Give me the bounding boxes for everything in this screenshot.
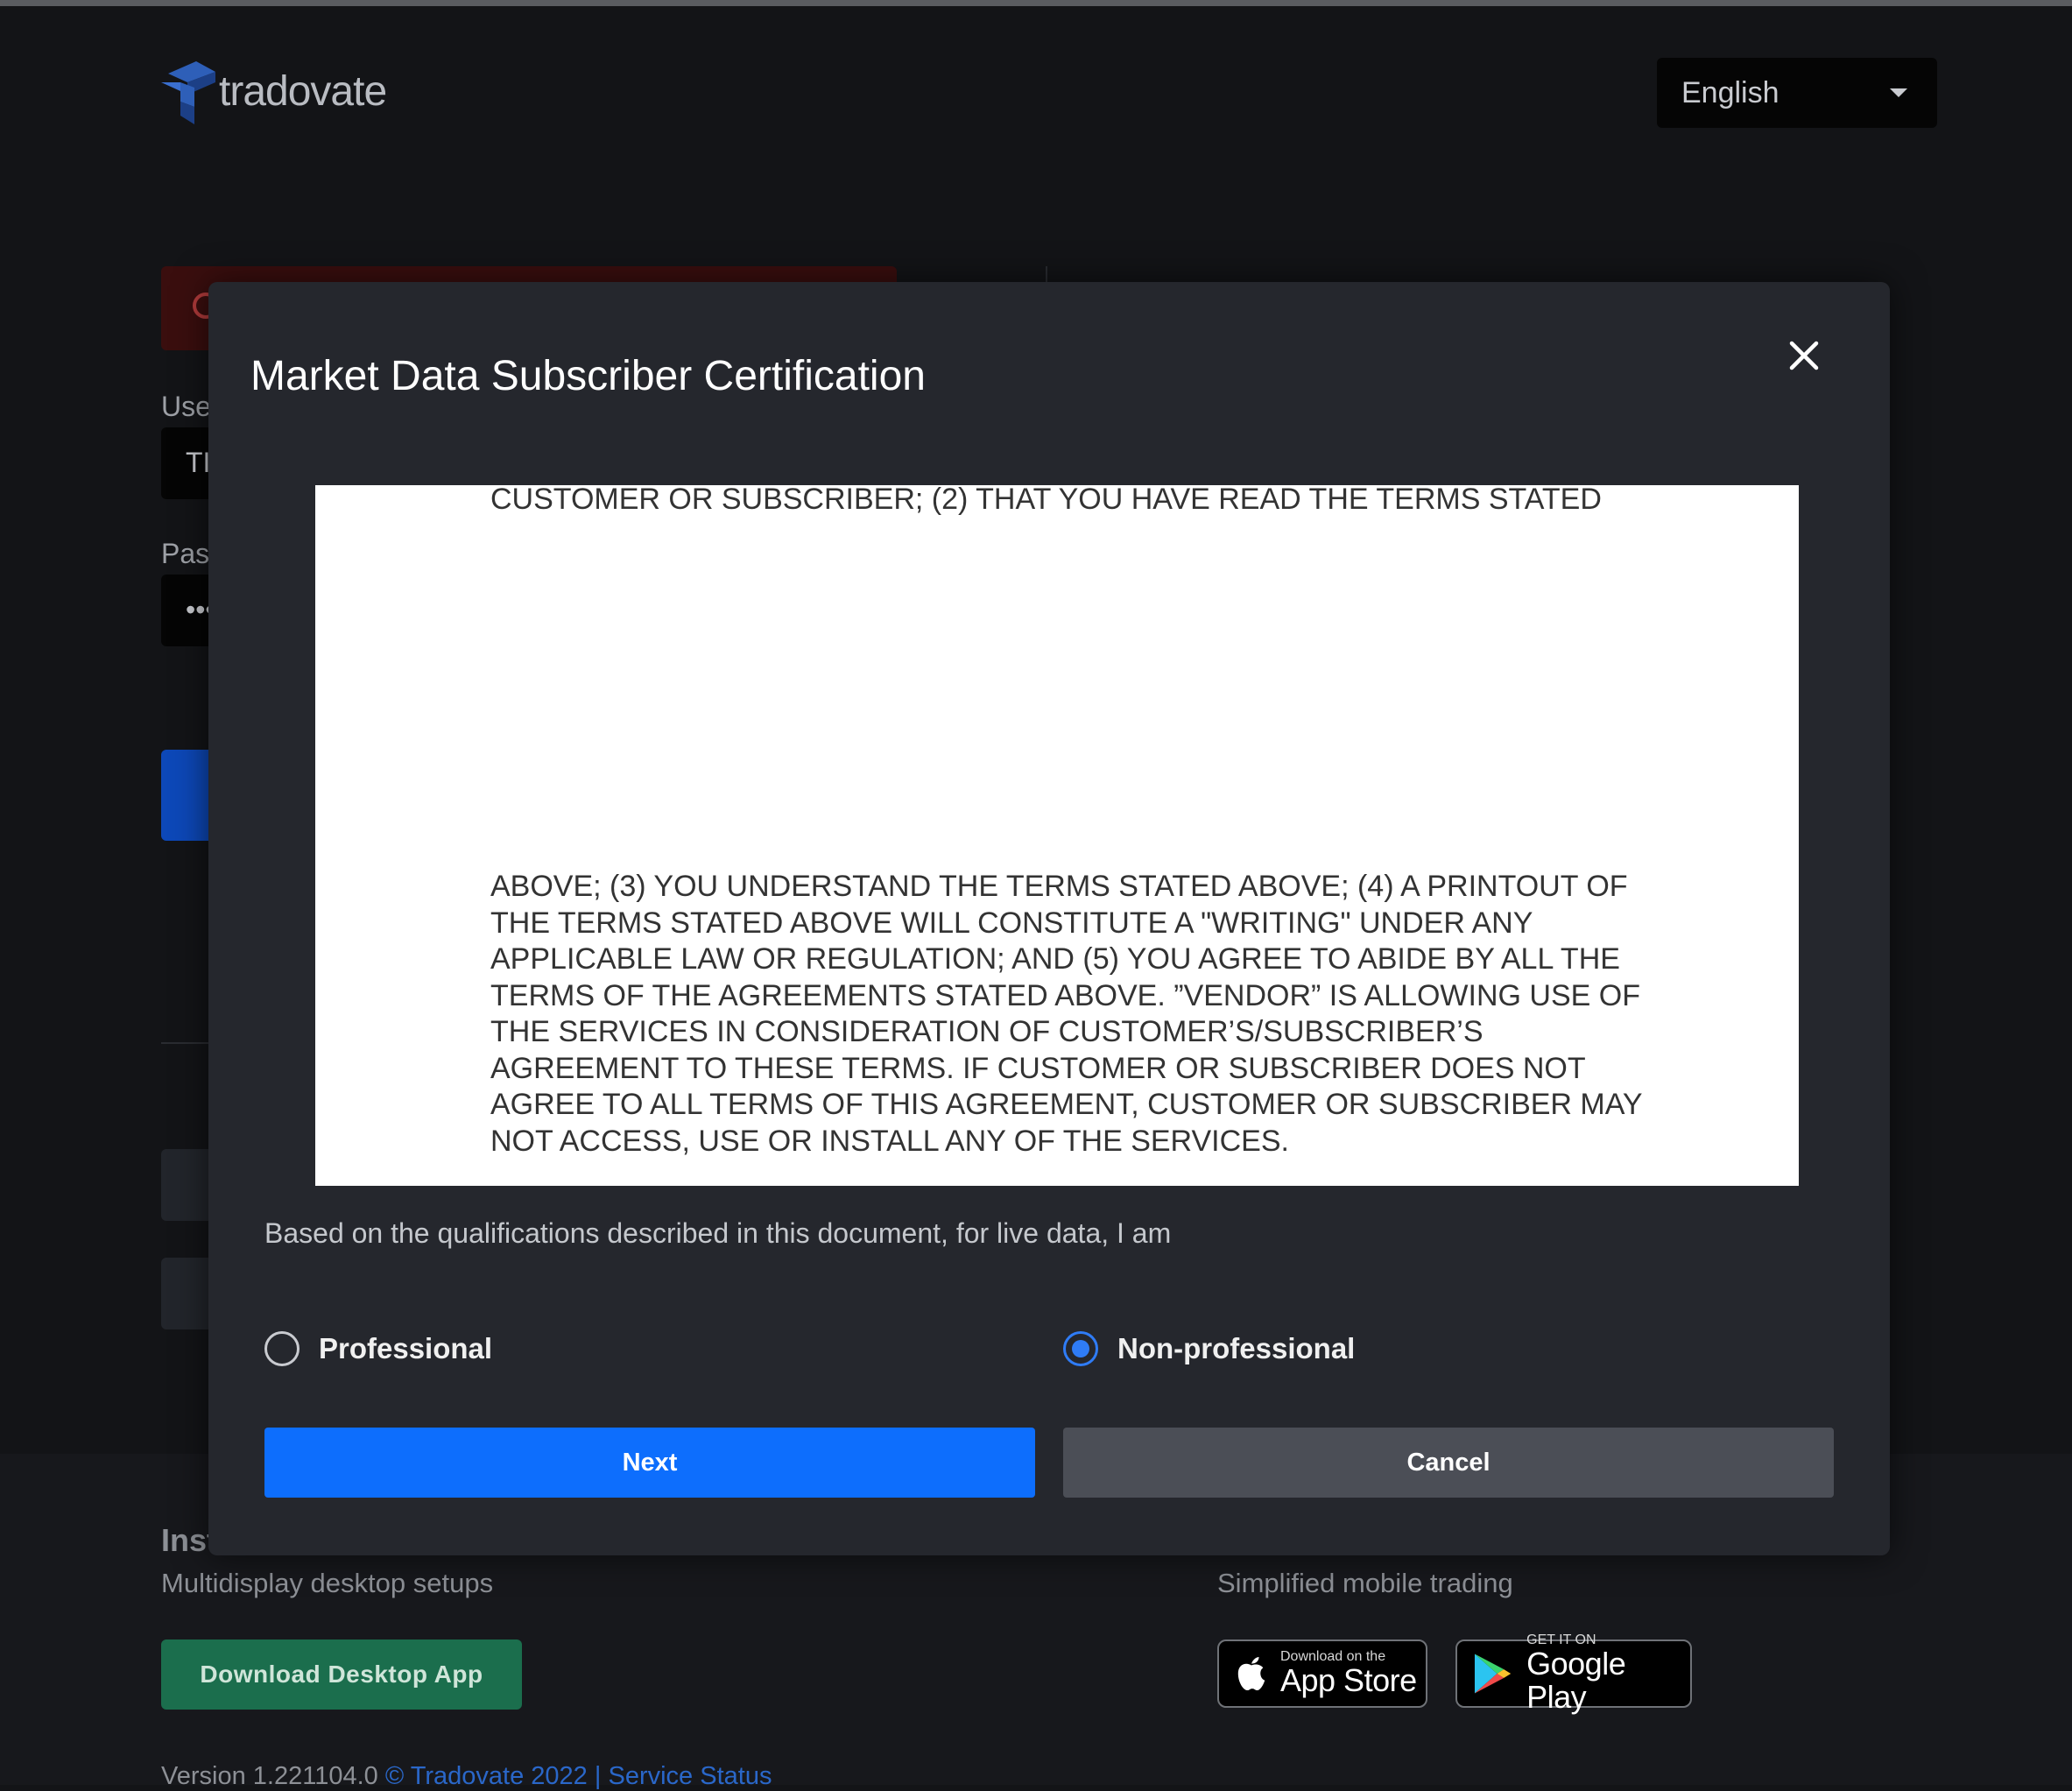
certification-modal: Market Data Subscriber Certification CUS… [208, 282, 1890, 1555]
caret-down-icon [1890, 88, 1907, 97]
next-button[interactable]: Next [264, 1428, 1035, 1498]
agreement-document[interactable]: CUSTOMER OR SUBSCRIBER; (2) THAT YOU HAV… [315, 485, 1799, 1186]
language-value: English [1681, 75, 1780, 109]
professional-label: Professional [319, 1332, 493, 1364]
password-label: Pas [161, 538, 210, 569]
document-top-line: CUSTOMER OR SUBSCRIBER; (2) THAT YOU HAV… [490, 485, 1602, 516]
download-desktop-app-button[interactable]: Download Desktop App [161, 1639, 522, 1710]
footer-separator: | [594, 1762, 602, 1790]
username-value: TI [186, 447, 211, 478]
modal-title: Market Data Subscriber Certification [250, 353, 926, 399]
professional-radio[interactable] [264, 1331, 300, 1366]
non-professional-radio[interactable] [1063, 1331, 1098, 1366]
logo-text: tradovate [219, 67, 387, 115]
professional-option[interactable]: Professional [264, 1331, 492, 1366]
desktop-app-subtitle: Multidisplay desktop setups [161, 1568, 494, 1598]
version-line: Version 1.221104.0 © Tradovate 2022 | Se… [161, 1762, 772, 1791]
copyright-link[interactable]: © Tradovate 2022 [385, 1762, 588, 1790]
username-label: Use [161, 391, 211, 422]
non-professional-label: Non-professional [1117, 1332, 1356, 1364]
tradovate-logo-icon [161, 61, 215, 124]
google-play-badge[interactable]: GET IT ON Google Play [1455, 1633, 1692, 1714]
service-status-link[interactable]: Service Status [608, 1762, 772, 1790]
app-store-big-text: App Store [1280, 1662, 1417, 1698]
google-play-big-text: Google Play [1526, 1646, 1626, 1715]
window-top-border [0, 0, 2072, 6]
tradovate-logo[interactable]: tradovate [161, 56, 387, 126]
qualification-prompt: Based on the qualifications described in… [264, 1217, 1172, 1249]
google-play-icon [1474, 1654, 1512, 1694]
apple-icon [1237, 1657, 1265, 1690]
non-professional-option[interactable]: Non-professional [1063, 1331, 1355, 1366]
document-paragraph: ABOVE; (3) YOU UNDERSTAND THE TERMS STAT… [490, 870, 1642, 1158]
version-text: Version 1.221104.0 [161, 1762, 378, 1790]
close-icon[interactable] [1785, 336, 1823, 375]
cancel-button[interactable]: Cancel [1063, 1428, 1834, 1498]
app-store-badge[interactable]: Download on the App Store [1217, 1639, 1427, 1708]
language-select[interactable]: English [1657, 58, 1937, 128]
mobile-app-subtitle: Simplified mobile trading [1217, 1568, 1513, 1598]
